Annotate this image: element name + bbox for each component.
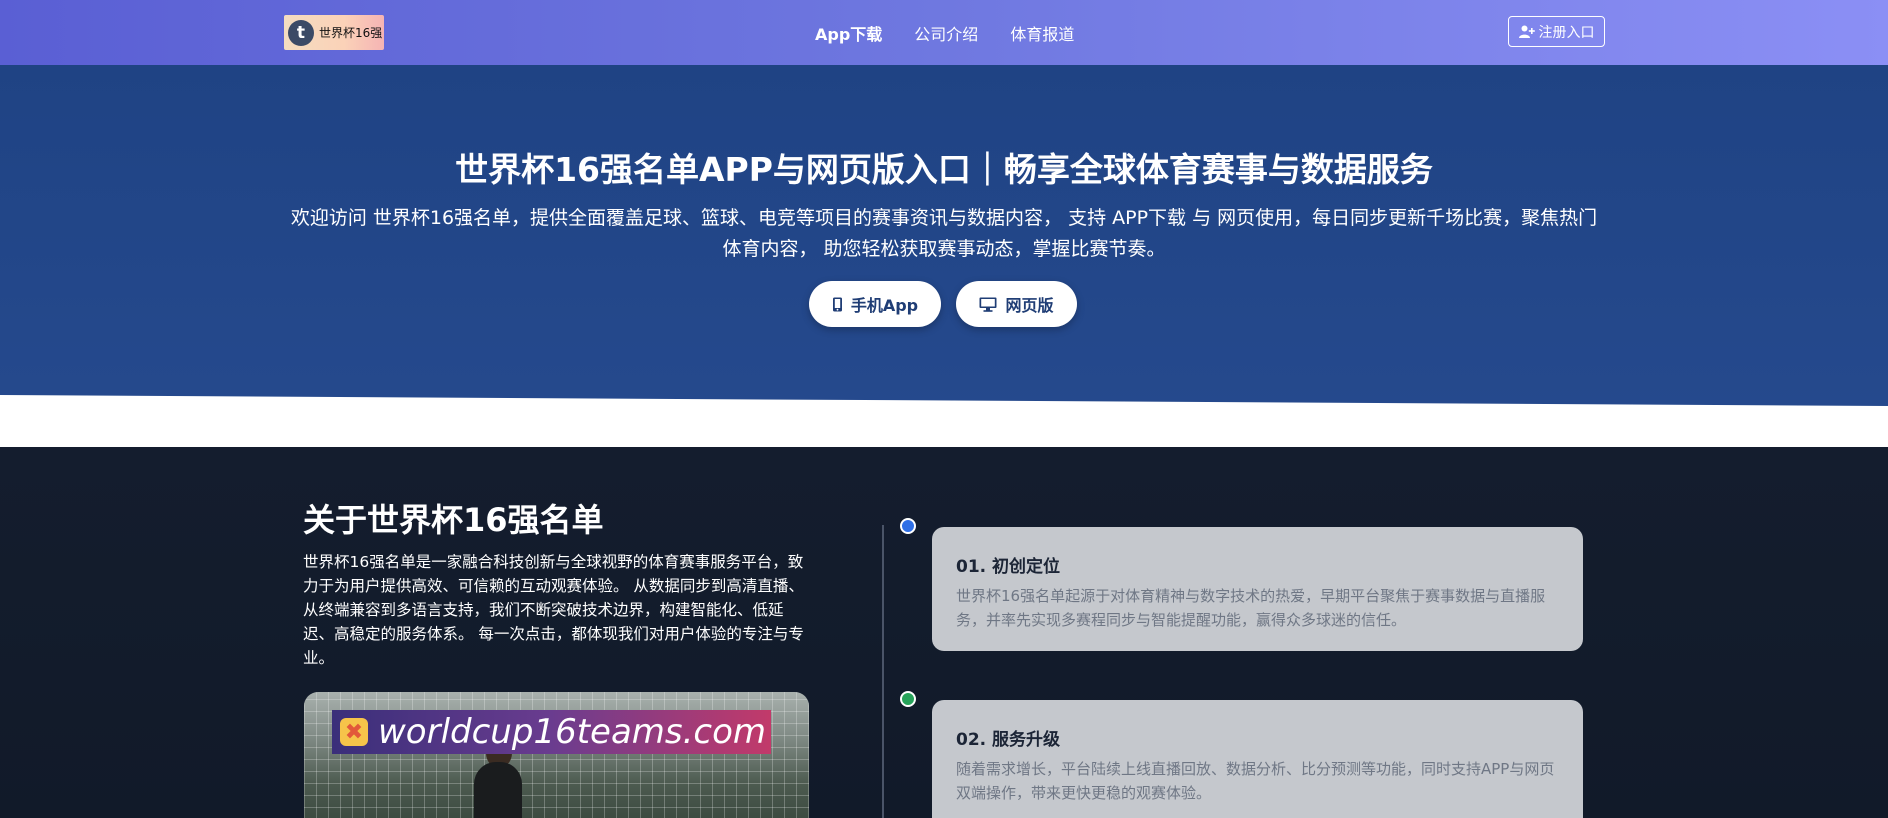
timeline-card-1: 01. 初创定位 世界杯16强名单起源于对体育精神与数字技术的热爱，早期平台聚焦… — [932, 527, 1583, 651]
timeline-dot-1 — [900, 518, 916, 534]
nav-link-company[interactable]: 公司介绍 — [914, 21, 978, 45]
about-section: 关于世界杯16强名单 世界杯16强名单是一家融合科技创新与全球视野的体育赛事服务… — [0, 447, 1888, 818]
timeline-card-title: 01. 初创定位 — [956, 557, 1061, 577]
mobile-app-label: 手机App — [850, 296, 919, 315]
timeline-card-text: 世界杯16强名单起源于对体育精神与数字技术的热爱，早期平台聚焦于赛事数据与直播服… — [956, 587, 1546, 629]
watermark-logo-icon: ✖ — [340, 718, 368, 746]
site-logo[interactable]: t 世界杯16强 — [284, 15, 384, 50]
mobile-icon — [832, 297, 842, 311]
hero-description: 欢迎访问 世界杯16强名单，提供全面覆盖足球、篮球、电竞等项目的赛事资讯与数据内… — [290, 207, 1598, 260]
desktop-icon — [979, 297, 997, 312]
register-button[interactable]: 注册入口 — [1508, 16, 1605, 47]
register-label: 注册入口 — [1538, 24, 1595, 41]
web-version-label: 网页版 — [1005, 296, 1054, 315]
timeline-dot-2 — [900, 691, 916, 707]
timeline-card-title: 02. 服务升级 — [956, 730, 1061, 750]
mobile-app-button[interactable]: 手机App — [809, 281, 941, 327]
web-version-button[interactable]: 网页版 — [956, 281, 1077, 327]
user-plus-icon — [1518, 25, 1535, 38]
top-navbar: t 世界杯16强 App下载 公司介绍 体育报道 注册入口 — [0, 0, 1888, 65]
player-figure — [474, 762, 522, 818]
timeline-line — [882, 525, 884, 818]
nav-link-sports-news[interactable]: 体育报道 — [1010, 21, 1074, 45]
about-photo: ✖ worldcup16teams.com — [304, 692, 809, 818]
watermark-banner: ✖ worldcup16teams.com — [332, 710, 771, 754]
nav-links: App下载 公司介绍 体育报道 — [815, 21, 1106, 45]
logo-badge-icon: t — [288, 19, 314, 46]
about-title: 关于世界杯16强名单 — [303, 501, 604, 539]
timeline-card-text: 随着需求增长，平台陆续上线直播回放、数据分析、比分预测等功能，同时支持APP与网… — [956, 760, 1555, 802]
timeline-card-2: 02. 服务升级 随着需求增长，平台陆续上线直播回放、数据分析、比分预测等功能，… — [932, 700, 1583, 818]
about-description: 世界杯16强名单是一家融合科技创新与全球视野的体育赛事服务平台，致力于为用户提供… — [303, 553, 804, 667]
watermark-text: worldcup16teams.com — [378, 712, 767, 752]
hero-title: 世界杯16强名单APP与网页版入口｜畅享全球体育赛事与数据服务 — [455, 150, 1433, 189]
logo-text: 世界杯16强 — [319, 26, 383, 40]
nav-link-app-download[interactable]: App下载 — [815, 21, 882, 45]
